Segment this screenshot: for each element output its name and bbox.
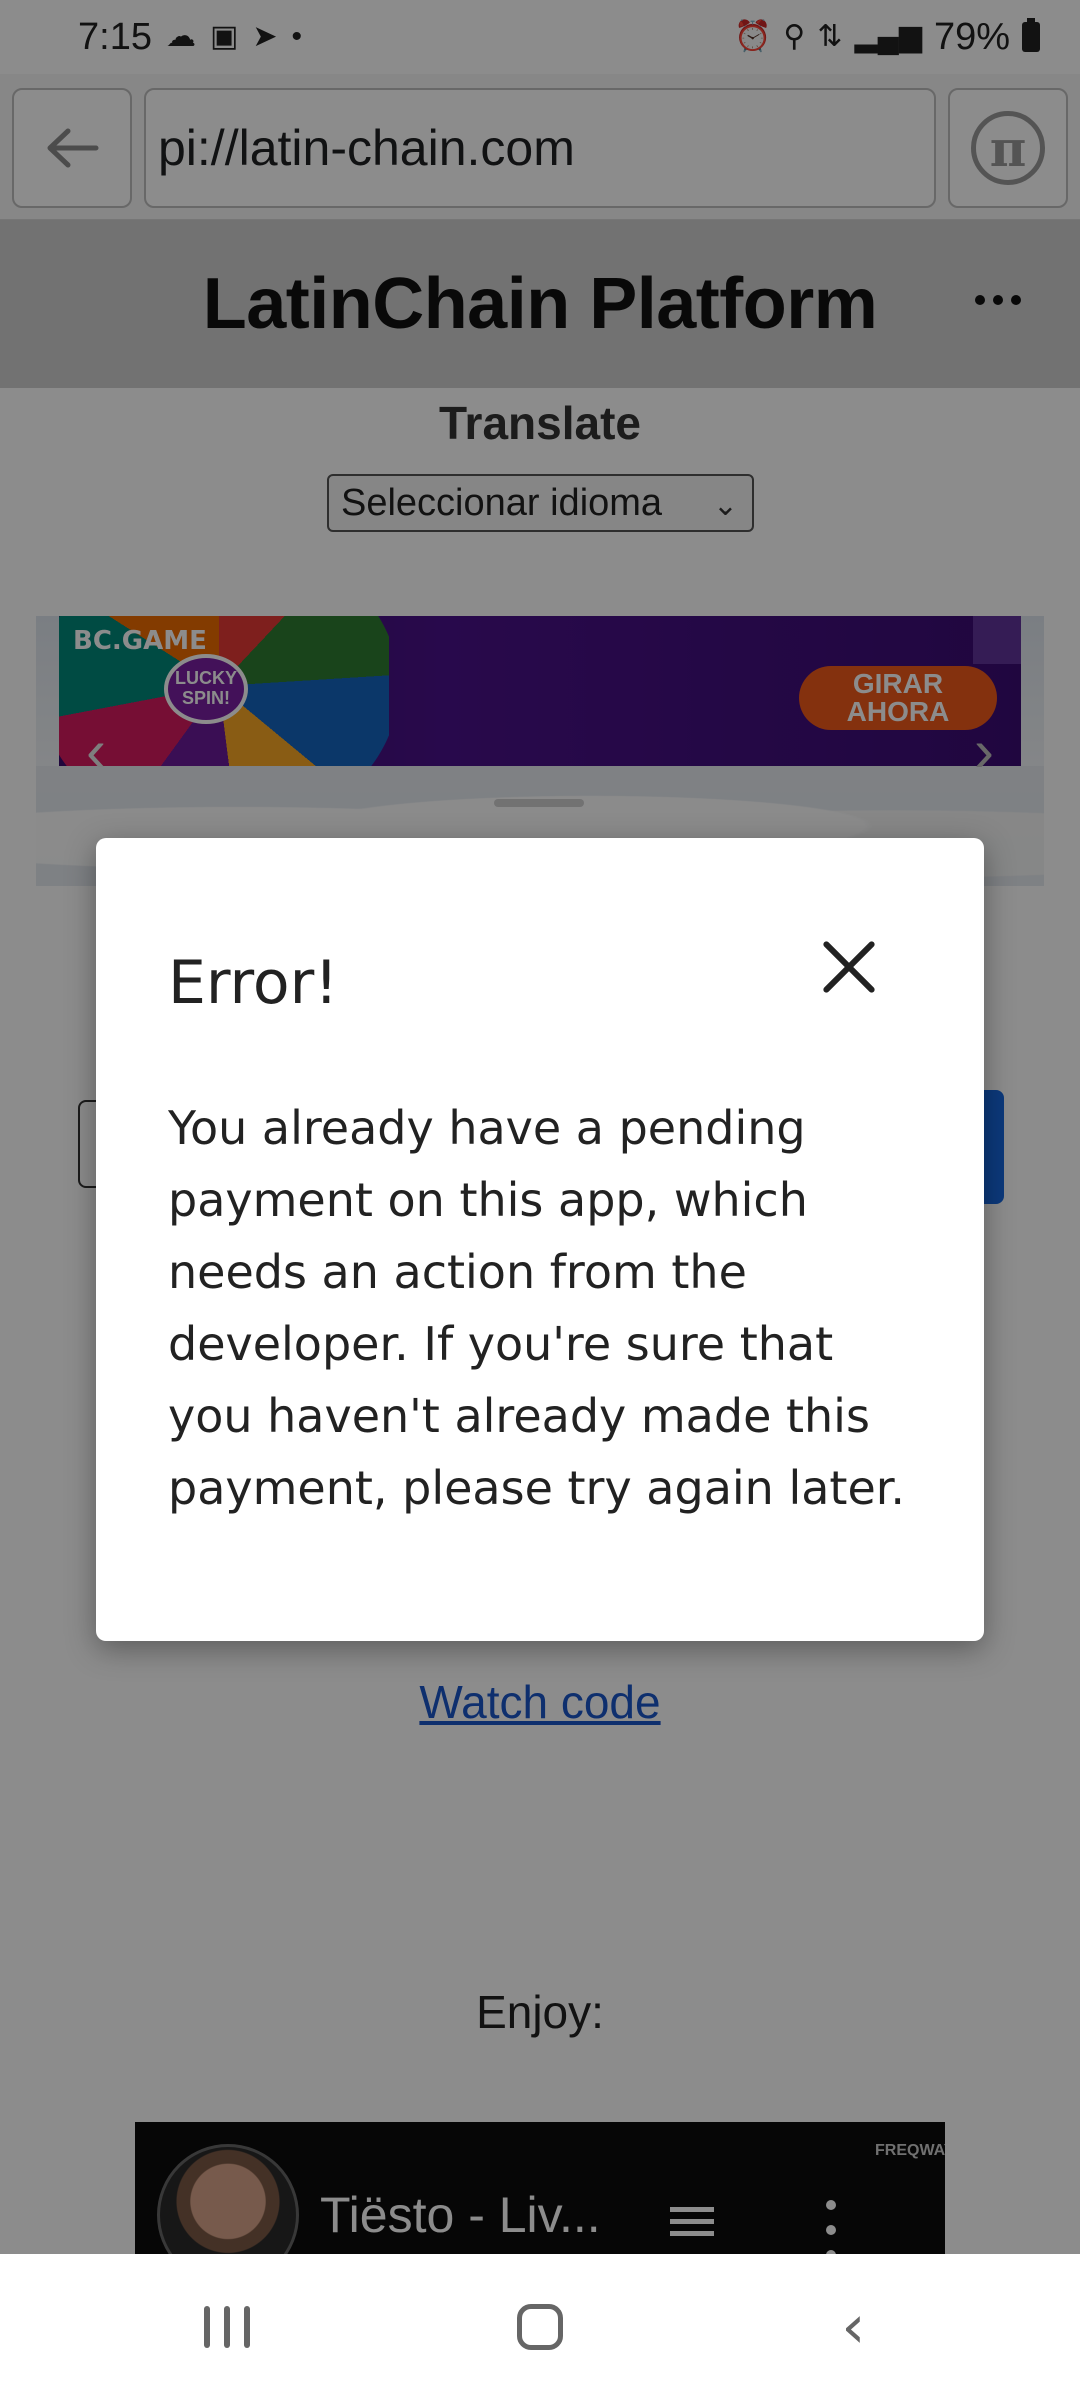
- dialog-message: You already have a pending payment on th…: [168, 1101, 906, 1515]
- recent-apps-icon: [203, 2306, 250, 2348]
- home-button[interactable]: [480, 2277, 600, 2377]
- error-dialog: Error! You already have a pending paymen…: [96, 838, 984, 1641]
- home-icon: [516, 2304, 563, 2350]
- back-icon: ‹: [841, 2292, 866, 2362]
- system-nav-bar: ‹: [0, 2254, 1080, 2400]
- close-icon[interactable]: [818, 936, 880, 998]
- back-button[interactable]: ‹: [793, 2277, 913, 2377]
- recent-apps-button[interactable]: [167, 2277, 287, 2377]
- dialog-title: Error!: [168, 948, 339, 1018]
